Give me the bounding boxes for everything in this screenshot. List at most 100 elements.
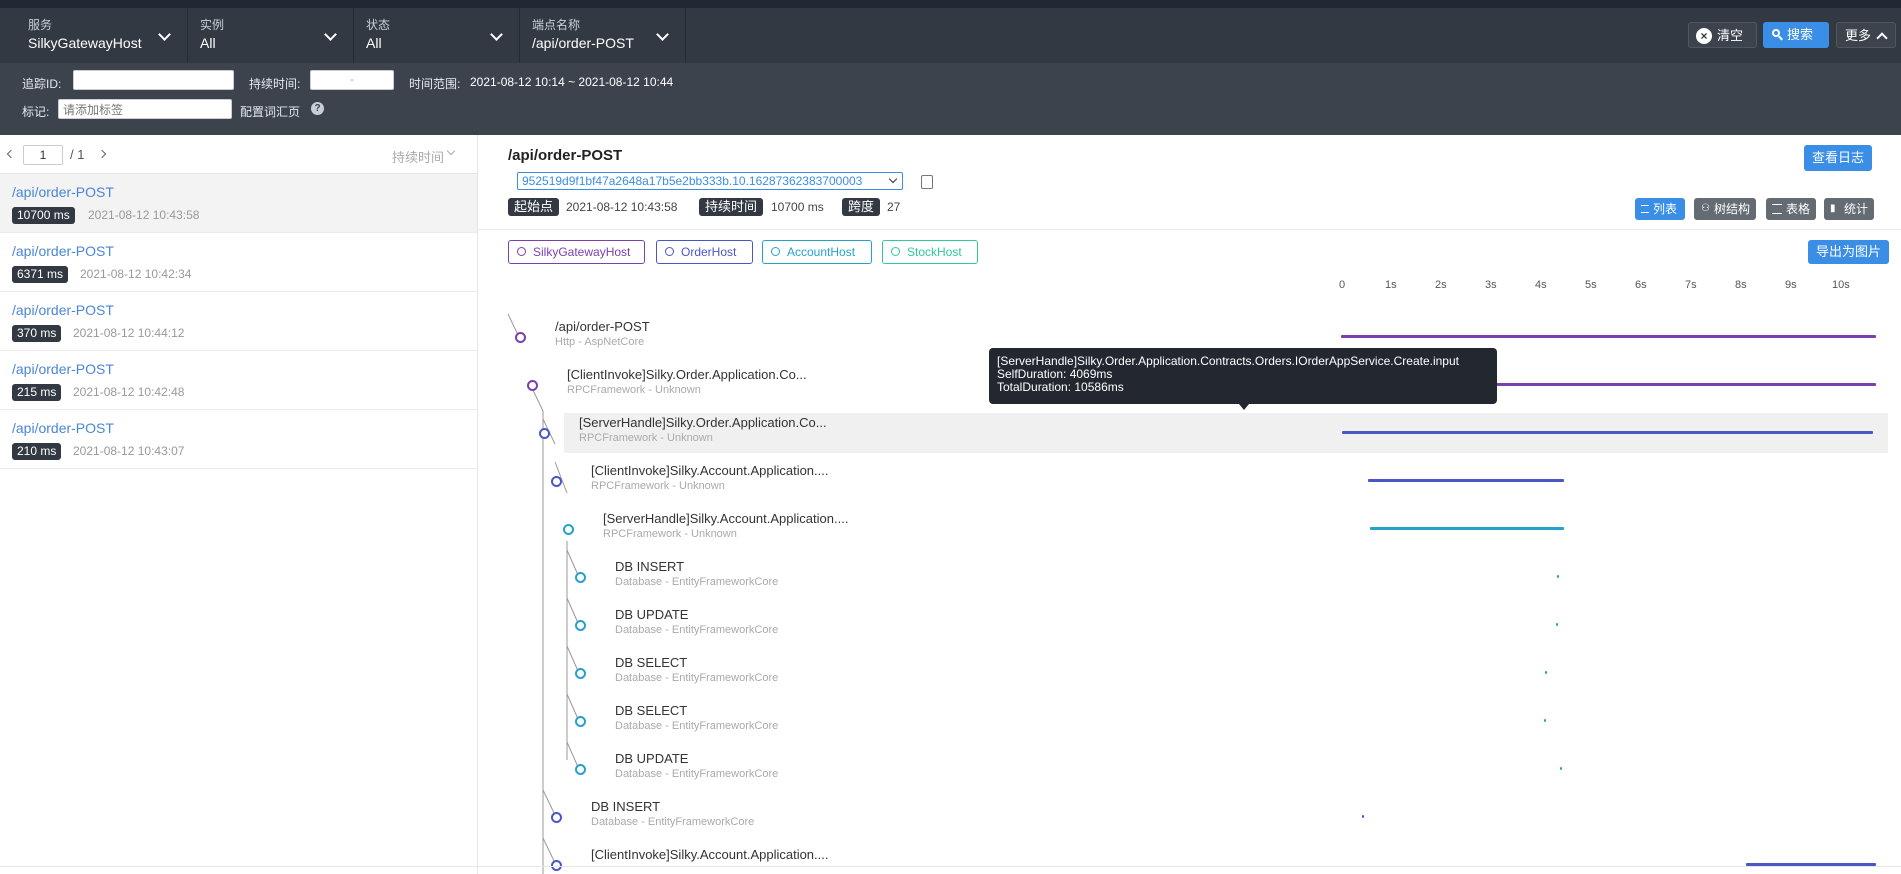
sort-by-duration[interactable]: 持续时间 bbox=[392, 147, 444, 166]
span-name: [ServerHandle]Silky.Account.Application.… bbox=[603, 511, 849, 526]
trace-list-item[interactable]: /api/order-POST 215 ms 2021-08-12 10:42:… bbox=[0, 351, 477, 410]
span-node bbox=[515, 332, 526, 343]
span-subtitle: Database - EntityFrameworkCore bbox=[615, 720, 779, 732]
span-row[interactable]: [ClientInvoke]Silky.Order.Application.Co… bbox=[567, 367, 807, 396]
instance-select[interactable]: 实例 All bbox=[188, 8, 354, 63]
span-node bbox=[575, 620, 586, 631]
ring-icon bbox=[771, 247, 780, 256]
span-duration-bar bbox=[1560, 767, 1562, 770]
axis-tick: 1s bbox=[1385, 279, 1397, 291]
span-row[interactable]: DB UPDATE Database - EntityFrameworkCore bbox=[615, 607, 778, 636]
clear-button[interactable]: × 清空 bbox=[1688, 22, 1757, 48]
span-node bbox=[563, 524, 574, 535]
span-row[interactable]: DB UPDATE Database - EntityFrameworkCore bbox=[615, 751, 778, 780]
span-value: 27 bbox=[887, 200, 901, 214]
span-subtitle: RPCFramework - Unknown bbox=[567, 384, 701, 396]
span-name: [ClientInvoke]Silky.Order.Application.Co… bbox=[567, 367, 807, 382]
axis-tick: 4s bbox=[1535, 279, 1547, 291]
table-view-button[interactable]: 表格 bbox=[1766, 198, 1817, 220]
duration-chip-label: 持续时间 bbox=[699, 198, 764, 216]
bar-chart-icon: ▮ bbox=[1830, 203, 1836, 214]
trace-title: /api/order-POST bbox=[12, 420, 114, 436]
list-view-button[interactable]: 列表 bbox=[1635, 198, 1686, 220]
stats-view-button[interactable]: ▮ 统计 bbox=[1824, 198, 1875, 220]
tree-view-button[interactable]: ⚇ 树结构 bbox=[1694, 198, 1757, 220]
more-button[interactable]: 更多 bbox=[1836, 22, 1896, 48]
span-duration-bar bbox=[1556, 623, 1558, 626]
span-row[interactable]: /api/order-POST Http - AspNetCore bbox=[555, 319, 650, 348]
help-icon[interactable]: ? bbox=[311, 102, 324, 115]
span-duration-bar bbox=[1557, 575, 1559, 578]
trace-list-item[interactable]: /api/order-POST 10700 ms 2021-08-12 10:4… bbox=[0, 174, 477, 233]
span-name: [ServerHandle]Silky.Order.Application.Co… bbox=[579, 415, 827, 430]
window-top-strip bbox=[0, 0, 1901, 8]
span-node bbox=[527, 380, 538, 391]
search-button[interactable]: 搜索 bbox=[1763, 22, 1829, 48]
axis-tick: 0 bbox=[1339, 279, 1346, 291]
endpoint-select[interactable]: 端点名称 /api/order-POST bbox=[520, 8, 686, 63]
duration-separator: - bbox=[350, 72, 354, 86]
span-row[interactable]: [ServerHandle]Silky.Account.Application.… bbox=[603, 511, 848, 540]
stats-view-label: 统计 bbox=[1844, 202, 1869, 216]
host-tag[interactable]: StockHost bbox=[882, 240, 978, 264]
span-row[interactable]: [ServerHandle]Silky.Order.Application.Co… bbox=[579, 415, 827, 444]
trace-title: /api/order-POST bbox=[12, 243, 114, 259]
span-row[interactable]: [ClientInvoke]Silky.Account.Application.… bbox=[591, 847, 829, 862]
span-node bbox=[575, 572, 586, 583]
host-tag[interactable]: SilkyGatewayHost bbox=[508, 240, 645, 264]
tag-placeholder: 请添加标签 bbox=[63, 103, 124, 117]
chevron-down-icon bbox=[888, 174, 898, 184]
trace-id-select[interactable]: 952519d9f1bf47a2648a17b5e2bb333b.10.1628… bbox=[517, 172, 903, 190]
span-subtitle: Database - EntityFrameworkCore bbox=[615, 624, 779, 636]
service-select[interactable]: 服务 SilkyGatewayHost bbox=[16, 8, 188, 63]
trace-time: 2021-08-12 10:44:12 bbox=[73, 326, 185, 340]
chevron-right-icon[interactable] bbox=[97, 149, 107, 159]
trace-list-item[interactable]: /api/order-POST 210 ms 2021-08-12 10:43:… bbox=[0, 410, 477, 469]
table-view-label: 表格 bbox=[1786, 202, 1811, 216]
trace-duration-badge: 370 ms bbox=[12, 325, 62, 342]
time-range-label: 时间范围: bbox=[409, 77, 461, 91]
axis-tick: 8s bbox=[1735, 279, 1747, 291]
host-tag[interactable]: OrderHost bbox=[656, 240, 753, 264]
span-name: [ClientInvoke]Silky.Account.Application.… bbox=[591, 463, 829, 478]
trace-time: 2021-08-12 10:42:48 bbox=[73, 385, 185, 399]
span-name: [ClientInvoke]Silky.Account.Application.… bbox=[591, 847, 829, 862]
config-vocabulary-link[interactable]: 配置词汇页 bbox=[240, 103, 300, 120]
host-tag[interactable]: AccountHost bbox=[762, 240, 872, 264]
trace-list-item[interactable]: /api/order-POST 370 ms 2021-08-12 10:44:… bbox=[0, 292, 477, 351]
span-row[interactable]: DB INSERT Database - EntityFrameworkCore bbox=[591, 799, 754, 828]
trace-title: /api/order-POST bbox=[12, 361, 114, 377]
span-duration-bar bbox=[1368, 479, 1564, 482]
span-subtitle: Database - EntityFrameworkCore bbox=[615, 672, 779, 684]
ring-icon bbox=[891, 247, 900, 256]
trace-id-input[interactable] bbox=[73, 70, 234, 90]
search-panel: 追踪ID: 持续时间: - 时间范围: 2021-08-12 10:14 ~ 2… bbox=[0, 63, 1901, 135]
span-node bbox=[575, 668, 586, 679]
tag-input[interactable]: 请添加标签 bbox=[58, 99, 232, 119]
span-row[interactable]: DB SELECT Database - EntityFrameworkCore bbox=[615, 655, 778, 684]
bottom-border bbox=[0, 866, 1901, 867]
chevron-left-icon[interactable] bbox=[6, 149, 16, 159]
span-row[interactable]: DB SELECT Database - EntityFrameworkCore bbox=[615, 703, 778, 732]
view-log-button[interactable]: 查看日志 bbox=[1804, 145, 1873, 171]
copy-icon[interactable] bbox=[921, 175, 933, 189]
span-row[interactable]: DB INSERT Database - EntityFrameworkCore bbox=[615, 559, 778, 588]
span-duration-bar bbox=[1362, 815, 1364, 818]
search-label: 搜索 bbox=[1787, 27, 1814, 42]
duration-input[interactable]: - bbox=[310, 70, 394, 90]
table-icon bbox=[1772, 204, 1782, 214]
tooltip-total-duration: TotalDuration: 10586ms bbox=[997, 380, 1124, 394]
tree-view-label: 树结构 bbox=[1714, 202, 1751, 216]
span-row[interactable]: [ClientInvoke]Silky.Account.Application.… bbox=[591, 463, 829, 492]
export-image-button[interactable]: 导出为图片 bbox=[1808, 240, 1890, 264]
time-range-value[interactable]: 2021-08-12 10:14 ~ 2021-08-12 10:44 bbox=[470, 75, 673, 89]
start-value: 2021-08-12 10:43:58 bbox=[566, 200, 678, 214]
span-subtitle: Database - EntityFrameworkCore bbox=[615, 768, 779, 780]
page-input[interactable]: 1 bbox=[23, 145, 63, 165]
span-node bbox=[575, 716, 586, 727]
span-subtitle: Http - AspNetCore bbox=[555, 336, 645, 348]
tag-label: 标记: bbox=[22, 105, 50, 119]
status-select[interactable]: 状态 All bbox=[354, 8, 520, 63]
trace-list-item[interactable]: /api/order-POST 6371 ms 2021-08-12 10:42… bbox=[0, 233, 477, 292]
span-name: /api/order-POST bbox=[555, 319, 650, 334]
